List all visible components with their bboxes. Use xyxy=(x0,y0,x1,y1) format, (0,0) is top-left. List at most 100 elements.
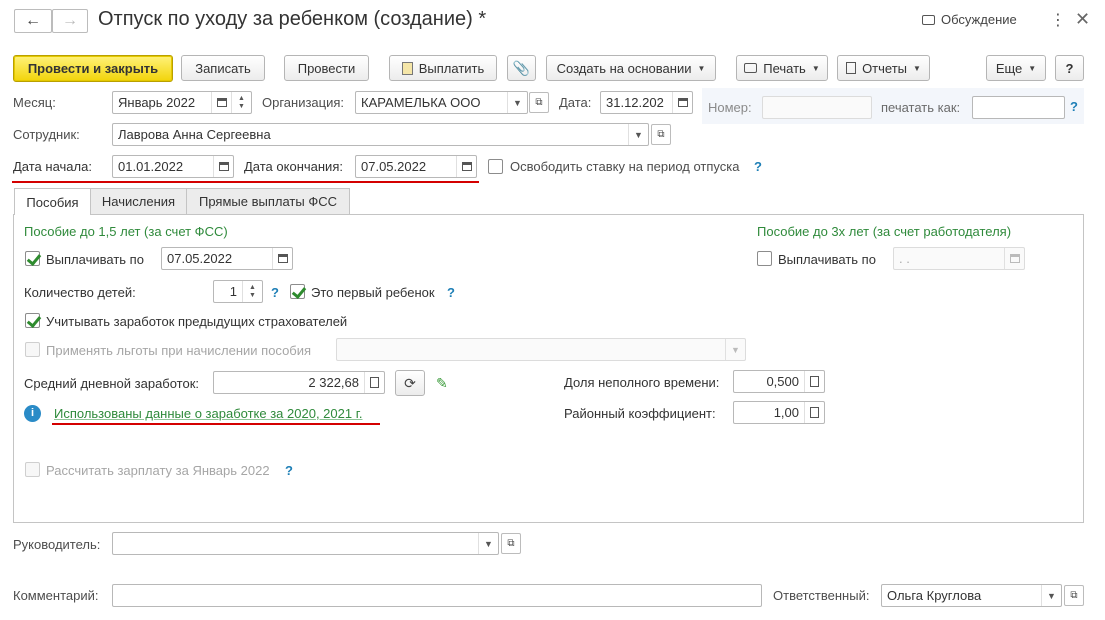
first-child-label: Это первый ребенок xyxy=(311,285,435,300)
number-label: Номер: xyxy=(708,100,752,115)
district-coef-label: Районный коэффициент: xyxy=(564,406,716,421)
more-button[interactable]: Еще ▼ xyxy=(986,55,1046,81)
close-icon[interactable]: ✕ xyxy=(1075,9,1090,30)
calendar-icon[interactable] xyxy=(272,248,292,269)
open-employee-button[interactable]: ⧉ xyxy=(651,124,671,145)
calendar-icon[interactable] xyxy=(1004,248,1024,269)
manager-label: Руководитель: xyxy=(13,537,101,552)
open-icon: ⧉ xyxy=(535,97,543,108)
print-button[interactable]: Печать ▼ xyxy=(736,55,828,81)
chevron-down-icon[interactable]: ▼ xyxy=(507,92,527,113)
employee-label: Сотрудник: xyxy=(13,127,80,142)
chevron-down-icon[interactable]: ▼ xyxy=(628,124,648,145)
help-icon[interactable]: ? xyxy=(1070,99,1078,114)
employer-benefit-header: Пособие до 3х лет (за счет работодателя) xyxy=(757,224,1012,239)
chevron-down-icon: ▼ xyxy=(697,63,706,73)
print-as-field[interactable] xyxy=(972,96,1065,119)
help-button[interactable]: ? xyxy=(1055,55,1084,81)
calculator-icon[interactable] xyxy=(804,371,824,392)
help-icon[interactable]: ? xyxy=(447,285,455,300)
discussion-button[interactable]: Обсуждение xyxy=(922,12,1017,27)
chat-icon xyxy=(922,14,935,25)
printer-icon xyxy=(744,63,758,73)
window-title: Отпуск по уходу за ребенком (создание) * xyxy=(98,8,487,30)
calendar-icon[interactable] xyxy=(211,92,231,113)
pay-button[interactable]: Выплатить xyxy=(389,55,497,81)
post-and-close-button[interactable]: Провести и закрыть xyxy=(13,55,173,82)
part-time-label: Доля неполного времени: xyxy=(564,375,720,390)
date-field[interactable]: 31.12.202 xyxy=(600,91,693,114)
open-responsible-button[interactable]: ⧉ xyxy=(1064,585,1084,606)
month-spinner[interactable]: ▲ ▼ xyxy=(231,92,251,113)
responsible-field[interactable]: Ольга Круглова ▼ xyxy=(881,584,1062,607)
first-child-checkbox[interactable] xyxy=(290,284,305,299)
district-coef-field[interactable]: 1,00 xyxy=(733,401,825,424)
children-count-field[interactable]: 1 ▲ ▼ xyxy=(213,280,263,303)
chevron-down-icon[interactable]: ▼ xyxy=(478,533,498,554)
fss-benefit-header: Пособие до 1,5 лет (за счет ФСС) xyxy=(24,224,228,239)
children-count-label: Количество детей: xyxy=(24,285,136,300)
apply-benefits-checkbox[interactable] xyxy=(25,342,40,357)
tab-benefits[interactable]: Пособия xyxy=(14,188,91,215)
attach-button[interactable]: 📎 xyxy=(507,55,536,81)
calculator-icon[interactable] xyxy=(364,372,384,393)
release-rate-label: Освободить ставку на период отпуска xyxy=(510,159,740,174)
document-icon xyxy=(401,61,413,75)
back-button[interactable]: ← xyxy=(14,9,52,33)
info-icon: i xyxy=(24,405,41,422)
calendar-icon[interactable] xyxy=(213,156,233,177)
open-manager-button[interactable]: ⧉ xyxy=(501,533,521,554)
print-as-label: печатать как: xyxy=(881,100,961,115)
calendar-icon[interactable] xyxy=(672,92,692,113)
comment-field[interactable] xyxy=(112,584,762,607)
pencil-icon[interactable]: ✎ xyxy=(436,375,448,392)
organization-field[interactable]: КАРАМЕЛЬКА ООО ▼ xyxy=(355,91,528,114)
previous-insurers-checkbox[interactable] xyxy=(25,313,40,328)
part-time-field[interactable]: 0,500 xyxy=(733,370,825,393)
calculator-icon[interactable] xyxy=(804,402,824,423)
reports-button[interactable]: Отчеты ▼ xyxy=(837,55,930,81)
create-based-on-button[interactable]: Создать на основании ▼ xyxy=(546,55,716,81)
start-date-label: Дата начала: xyxy=(13,159,92,174)
chevron-down-icon[interactable]: ▼ xyxy=(725,339,745,360)
refresh-icon: ⟳ xyxy=(404,374,416,391)
month-field[interactable]: Январь 2022 ▲ ▼ xyxy=(112,91,252,114)
chevron-down-icon: ▼ xyxy=(1028,63,1037,73)
pay-until-label: Выплачивать по xyxy=(46,252,144,267)
employee-field[interactable]: Лаврова Анна Сергеевна ▼ xyxy=(112,123,649,146)
children-spinner[interactable]: ▲ ▼ xyxy=(242,281,262,302)
manager-field[interactable]: ▼ xyxy=(112,532,499,555)
arrow-right-icon: → xyxy=(62,12,78,29)
calc-salary-checkbox[interactable] xyxy=(25,462,40,477)
end-date-field[interactable]: 07.05.2022 xyxy=(355,155,477,178)
forward-button[interactable]: → xyxy=(52,9,88,33)
apply-benefits-label: Применять льготы при начислении пособия xyxy=(46,343,312,358)
pay-until-3y-checkbox[interactable] xyxy=(757,251,772,266)
release-rate-checkbox[interactable] xyxy=(488,159,503,174)
calendar-icon[interactable] xyxy=(456,156,476,177)
help-icon[interactable]: ? xyxy=(285,463,293,478)
month-label: Месяц: xyxy=(13,95,56,110)
open-icon: ⧉ xyxy=(1070,590,1078,601)
avg-earnings-label: Средний дневной заработок: xyxy=(24,376,200,391)
avg-earnings-field[interactable]: 2 322,68 xyxy=(213,371,385,394)
pay-until-checkbox[interactable] xyxy=(25,251,40,266)
save-button[interactable]: Записать xyxy=(181,55,265,81)
apply-benefits-field[interactable]: ▼ xyxy=(336,338,746,361)
tab-direct-payments[interactable]: Прямые выплаты ФСС xyxy=(186,188,350,214)
earnings-info-link[interactable]: Использованы данные о заработке за 2020,… xyxy=(54,406,362,422)
start-date-field[interactable]: 01.01.2022 xyxy=(112,155,234,178)
chevron-down-icon[interactable]: ▼ xyxy=(1041,585,1061,606)
more-actions-icon[interactable]: ⋮ xyxy=(1050,10,1066,30)
refresh-button[interactable]: ⟳ xyxy=(395,370,425,396)
open-organization-button[interactable]: ⧉ xyxy=(529,92,549,113)
post-button[interactable]: Провести xyxy=(284,55,369,81)
tab-accruals[interactable]: Начисления xyxy=(90,188,187,214)
help-icon[interactable]: ? xyxy=(271,285,279,300)
help-icon[interactable]: ? xyxy=(754,159,762,174)
number-field[interactable] xyxy=(762,96,872,119)
pay-until-field[interactable]: 07.05.2022 xyxy=(161,247,293,270)
arrow-left-icon: ← xyxy=(25,12,41,29)
pay-until-3y-field[interactable]: . . xyxy=(893,247,1025,270)
previous-insurers-label: Учитывать заработок предыдущих страховат… xyxy=(46,314,348,329)
